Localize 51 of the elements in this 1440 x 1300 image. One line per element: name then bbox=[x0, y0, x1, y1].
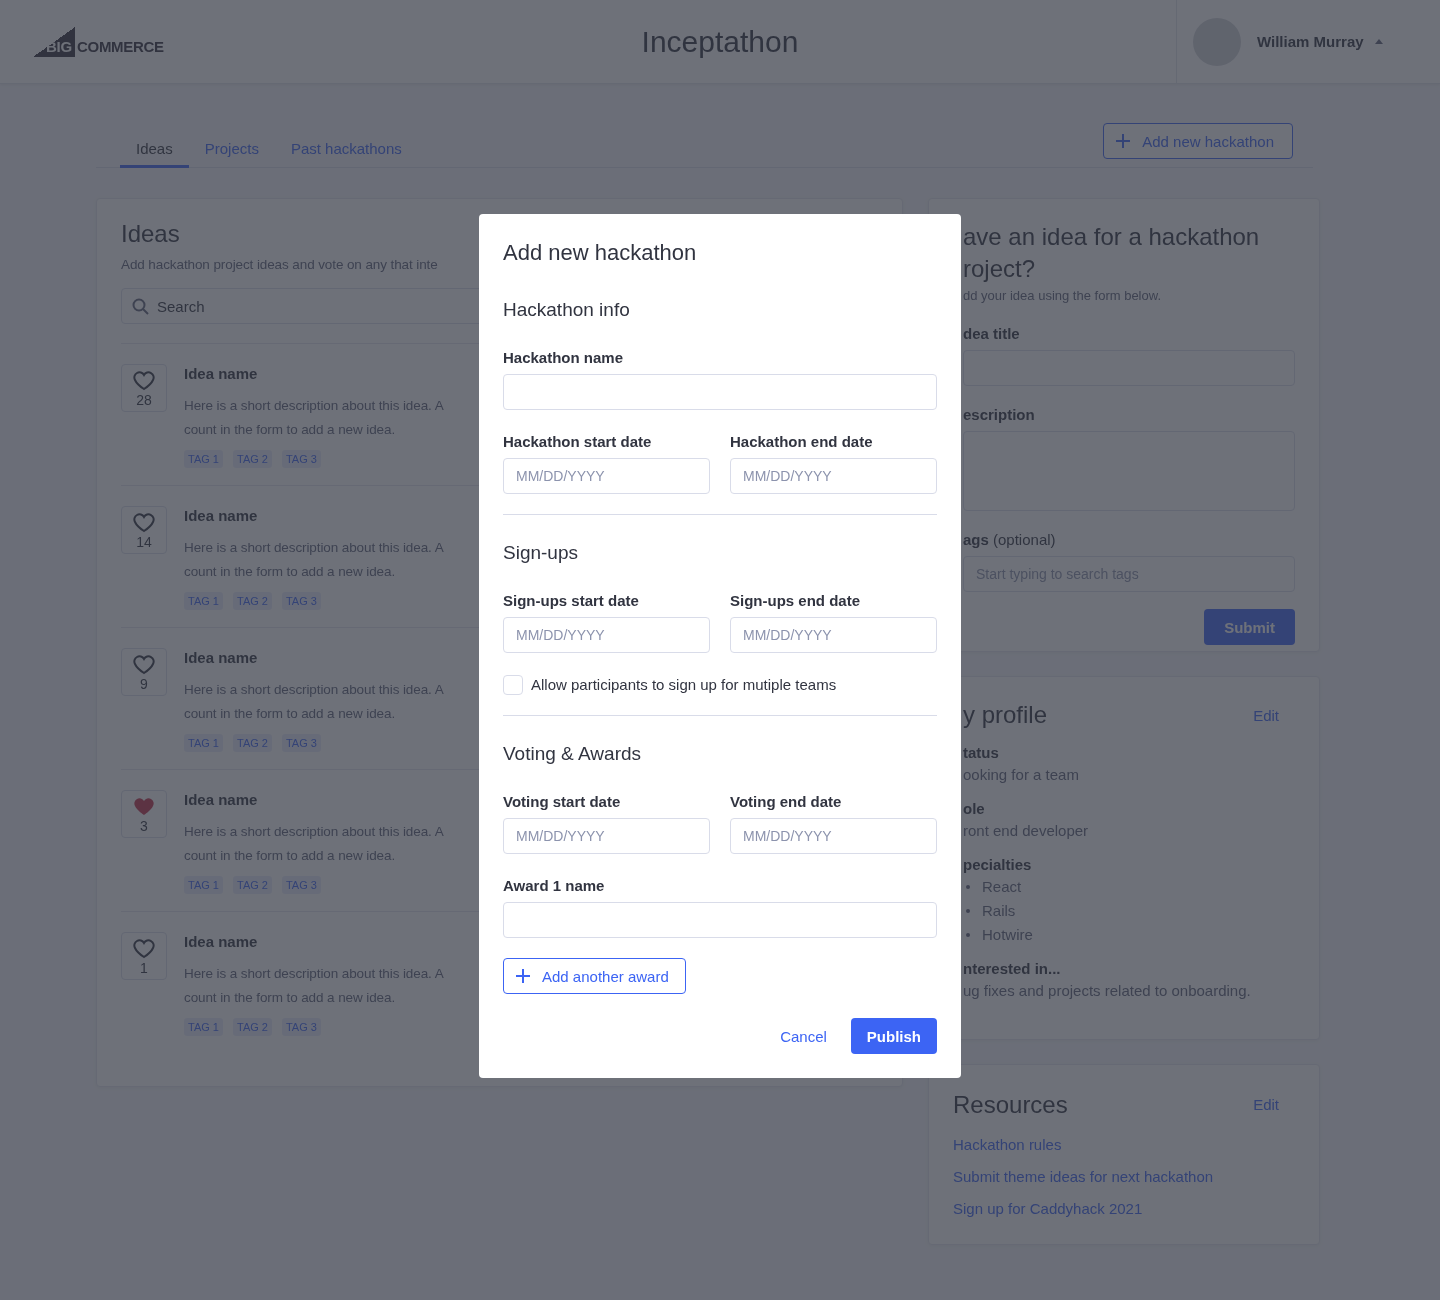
plus-icon bbox=[516, 969, 530, 983]
field-label: Hackathon name bbox=[503, 348, 625, 368]
idea-name: Idea name bbox=[184, 506, 259, 526]
field-label: ags (optional) bbox=[963, 530, 1057, 550]
field-label: escription bbox=[963, 405, 1036, 425]
field-label: tatus bbox=[963, 743, 1000, 763]
form-title: ave an idea for a hackathon bbox=[963, 222, 1261, 252]
resource-link[interactable]: Submit theme ideas for next hackathon bbox=[953, 1161, 1214, 1193]
cancel-button[interactable]: Cancel bbox=[780, 1027, 827, 1045]
field-label: nterested in... bbox=[963, 959, 1062, 979]
input-field[interactable] bbox=[503, 902, 937, 938]
checkbox[interactable] bbox=[503, 675, 523, 695]
field-label: Hackathon end date bbox=[730, 432, 874, 452]
field-label: Award 1 name bbox=[503, 876, 606, 896]
field-label: ole bbox=[963, 799, 986, 819]
section-title: Sign-ups bbox=[503, 541, 579, 565]
resource-link[interactable]: Sign up for Caddyhack 2021 bbox=[953, 1193, 1143, 1225]
idea-name: Idea name bbox=[184, 932, 259, 952]
form-title: roject? bbox=[963, 254, 1037, 284]
add-award-button[interactable]: Add another award bbox=[503, 958, 686, 994]
field-label: dea title bbox=[963, 324, 1021, 344]
modal-title: Add new hackathon bbox=[503, 239, 698, 267]
section-title: Voting & Awards bbox=[503, 742, 643, 766]
input-field[interactable] bbox=[503, 374, 937, 410]
date-field[interactable]: MM/DD/YYYY bbox=[730, 617, 937, 653]
card-title: Ideas bbox=[121, 219, 181, 249]
idea-name: Idea name bbox=[184, 648, 259, 668]
date-field[interactable]: MM/DD/YYYY bbox=[730, 458, 937, 494]
date-field[interactable]: MM/DD/YYYY bbox=[730, 818, 937, 854]
field-label: Sign-ups start date bbox=[503, 591, 640, 611]
card-title: y profile bbox=[963, 700, 1048, 730]
field-label: pecialties bbox=[963, 855, 1033, 875]
publish-button[interactable]: Publish bbox=[850, 1018, 937, 1054]
section-title: Hackathon info bbox=[503, 298, 631, 322]
field-label: Voting end date bbox=[730, 792, 843, 812]
edit-link[interactable]: Edit bbox=[1253, 1089, 1279, 1121]
field-label: Hackathon start date bbox=[503, 432, 653, 452]
field-label: Voting start date bbox=[503, 792, 622, 812]
edit-link[interactable]: Edit bbox=[1253, 706, 1279, 724]
idea-name: Idea name bbox=[184, 364, 259, 384]
idea-name: Idea name bbox=[184, 790, 259, 810]
resource-link[interactable]: Hackathon rules bbox=[953, 1129, 1062, 1161]
card-title: Resources bbox=[953, 1090, 1068, 1120]
date-field[interactable]: MM/DD/YYYY bbox=[503, 458, 710, 494]
date-field[interactable]: MM/DD/YYYY bbox=[503, 818, 710, 854]
tab[interactable]: Ideas bbox=[120, 139, 189, 168]
user-name: William Murray bbox=[1257, 33, 1365, 50]
page-title: Inceptathon bbox=[640, 24, 800, 59]
checkbox-label: Allow participants to sign up for mutiple teams bbox=[531, 675, 837, 695]
field-label: Sign-ups end date bbox=[730, 591, 861, 611]
date-field[interactable]: MM/DD/YYYY bbox=[503, 617, 710, 653]
